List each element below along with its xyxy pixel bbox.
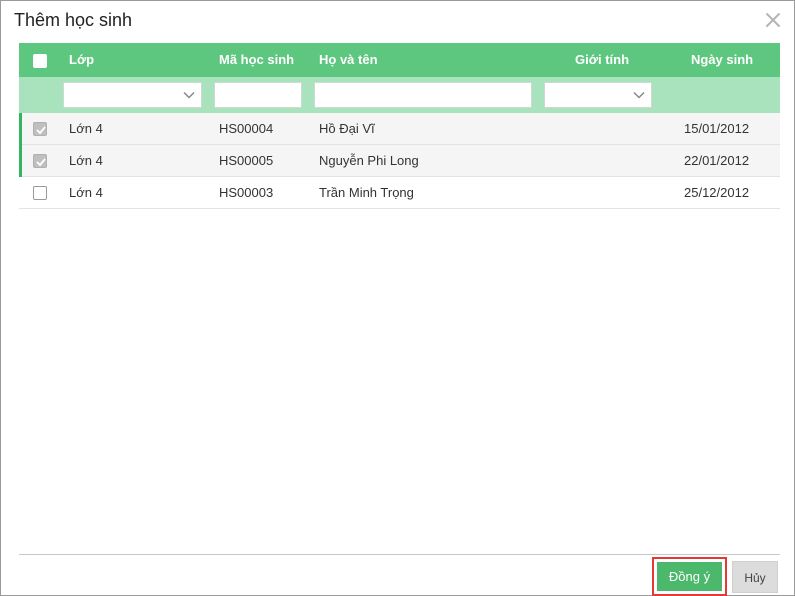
cell-class: Lớn 4 xyxy=(69,121,103,136)
check-icon xyxy=(36,158,46,167)
dialog-title: Thêm học sinh xyxy=(14,10,133,30)
close-icon[interactable] xyxy=(764,11,782,29)
grid-header: Lớp Mã học sinh Họ và tên Giới tính Ngày… xyxy=(19,43,780,77)
gender-filter-select[interactable] xyxy=(544,82,652,108)
cell-birthdate: 15/01/2012 xyxy=(684,121,750,136)
column-header-class[interactable]: Lớp xyxy=(69,43,94,77)
cell-full-name: Trần Minh Trọng xyxy=(319,185,414,200)
row-checkbox[interactable] xyxy=(33,154,47,168)
select-all-checkbox[interactable] xyxy=(33,54,47,68)
column-header-student-id[interactable]: Mã học sinh xyxy=(219,43,294,77)
student-id-filter-input[interactable] xyxy=(214,82,302,108)
row-checkbox[interactable] xyxy=(33,186,47,200)
ok-button-highlight: Đồng ý xyxy=(652,557,727,596)
table-row[interactable]: Lớn 4 HS00005 Nguyễn Phi Long 22/01/2012 xyxy=(19,145,780,177)
ok-button[interactable]: Đồng ý xyxy=(657,562,722,591)
cell-class: Lớn 4 xyxy=(69,153,103,168)
footer-divider xyxy=(19,554,780,555)
cell-full-name: Nguyễn Phi Long xyxy=(319,153,419,168)
row-checkbox[interactable] xyxy=(33,122,47,136)
column-header-birthdate[interactable]: Ngày sinh xyxy=(691,43,753,77)
cell-student-id: HS00003 xyxy=(219,185,274,200)
check-icon xyxy=(36,126,46,135)
column-header-gender[interactable]: Giới tính xyxy=(575,43,629,77)
cell-birthdate: 22/01/2012 xyxy=(684,153,750,168)
full-name-filter-input[interactable] xyxy=(314,82,532,108)
chevron-down-icon xyxy=(633,91,645,99)
add-student-dialog: Thêm học sinh Lớp Mã học sinh Họ và tên … xyxy=(0,0,795,596)
student-grid: Lớp Mã học sinh Họ và tên Giới tính Ngày… xyxy=(19,43,780,209)
cell-full-name: Hồ Đại Vĩ xyxy=(319,121,375,136)
cell-birthdate: 25/12/2012 xyxy=(684,185,750,200)
class-filter-select[interactable] xyxy=(63,82,202,108)
cell-class: Lớn 4 xyxy=(69,185,103,200)
column-header-full-name[interactable]: Họ và tên xyxy=(319,43,378,77)
cell-student-id: HS00004 xyxy=(219,121,274,136)
cancel-button[interactable]: Hủy xyxy=(732,561,778,593)
filter-row xyxy=(19,77,780,113)
table-row[interactable]: Lớn 4 HS00003 Trần Minh Trọng 25/12/2012 xyxy=(19,177,780,209)
cell-student-id: HS00005 xyxy=(219,153,274,168)
table-row[interactable]: Lớn 4 HS00004 Hồ Đại Vĩ 15/01/2012 xyxy=(19,113,780,145)
chevron-down-icon xyxy=(183,91,195,99)
